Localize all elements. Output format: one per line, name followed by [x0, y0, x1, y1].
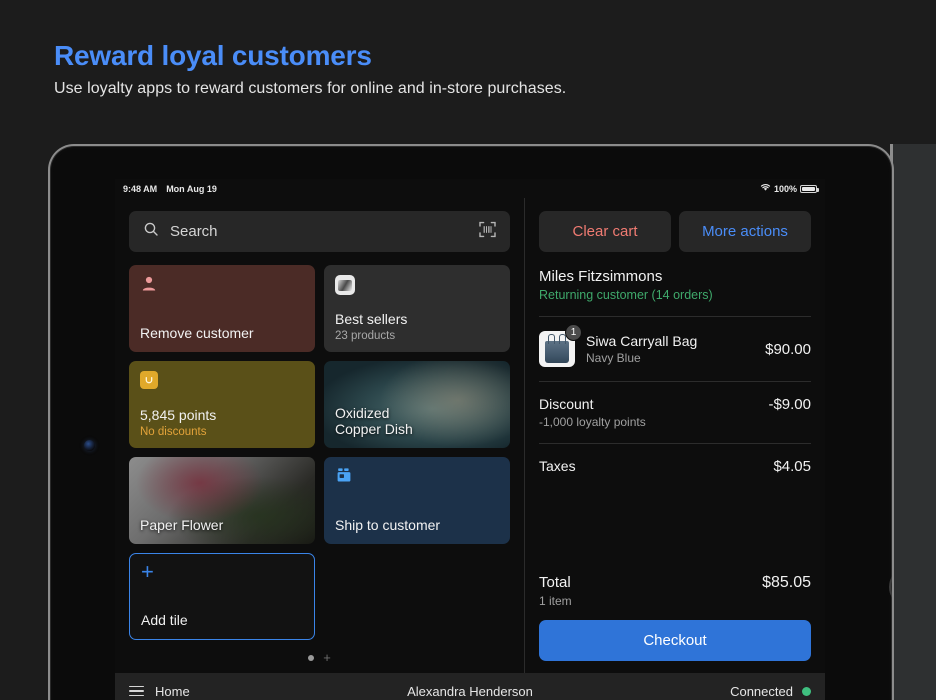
- device-stand-edge: [890, 144, 936, 700]
- tile-ship-to-customer[interactable]: Ship to customer: [324, 457, 510, 544]
- tile-add-tile[interactable]: + Add tile: [129, 553, 315, 640]
- taxes-label: Taxes: [539, 458, 576, 474]
- total-value: $85.05: [762, 574, 811, 591]
- customer-summary[interactable]: Miles Fitzsimmons Returning customer (14…: [539, 268, 811, 302]
- tiles-pager[interactable]: +: [129, 651, 510, 665]
- barcode-scan-icon[interactable]: [479, 221, 496, 243]
- tile-title: Ship to customer: [335, 517, 441, 534]
- tiles-grid: Remove customer Best sellers 23 products…: [129, 265, 510, 640]
- quantity-badge: 1: [565, 324, 582, 341]
- bottom-nav: Home Alexandra Henderson Connected: [115, 673, 825, 700]
- cart-spacer: [539, 475, 811, 574]
- battery-icon: [800, 184, 819, 193]
- promo-page: Reward loyal customers Use loyalty apps …: [0, 0, 936, 700]
- checkout-button[interactable]: Checkout: [539, 620, 811, 661]
- taxes-row[interactable]: Taxes $4.05: [539, 458, 811, 475]
- connection-status-indicator: [801, 686, 811, 696]
- discount-label: Discount: [539, 396, 594, 412]
- pager-dot-active[interactable]: [308, 655, 315, 661]
- tile-paper-flower[interactable]: Paper Flower: [129, 457, 315, 544]
- stand-hinge-icon: [889, 567, 892, 607]
- page-subtitle: Use loyalty apps to reward customers for…: [54, 80, 567, 98]
- total-item-count: 1 item: [539, 594, 572, 608]
- tile-title: 5,845 points: [140, 407, 217, 424]
- taxes-value: $4.05: [773, 458, 811, 475]
- cart-actions: Clear cart More actions: [539, 211, 811, 252]
- discount-value: -$9.00: [768, 396, 811, 413]
- tile-oxidized-copper-dish[interactable]: Oxidized Copper Dish: [324, 361, 510, 448]
- staff-name[interactable]: Alexandra Henderson: [354, 684, 586, 699]
- clear-cart-button[interactable]: Clear cart: [539, 211, 671, 252]
- discount-sub: -1,000 loyalty points: [539, 415, 646, 429]
- status-date: Mon Aug 19: [166, 183, 217, 194]
- front-camera-icon: [84, 440, 95, 451]
- pos-app-screen: 9:48 AM Mon Aug 19 100% Search Remove cu…: [115, 179, 825, 700]
- tile-title: Remove customer: [140, 325, 254, 342]
- divider: [539, 316, 811, 317]
- app-body: Search Remove customer Best sellers 23 p…: [115, 198, 825, 673]
- status-time: 9:48 AM: [123, 183, 158, 194]
- line-item-variant: Navy Blue: [586, 351, 641, 365]
- customer-name: Miles Fitzsimmons: [539, 268, 663, 285]
- tile-title: Add tile: [141, 612, 188, 629]
- cart-pane: Clear cart More actions Miles Fitzsimmon…: [525, 198, 825, 673]
- total-label: Total: [539, 574, 571, 591]
- tile-title: Paper Flower: [140, 517, 224, 534]
- package-icon: [335, 467, 353, 485]
- loyalty-bag-icon: [140, 371, 158, 389]
- person-icon: [140, 275, 158, 293]
- customer-status: Returning customer (14 orders): [539, 288, 713, 302]
- nav-home-label[interactable]: Home: [155, 684, 190, 699]
- tile-title: Oxidized Copper Dish: [335, 404, 413, 438]
- tablet-bezel: 9:48 AM Mon Aug 19 100% Search Remove cu…: [53, 149, 892, 700]
- tile-loyalty-points[interactable]: 5,845 points No discounts: [129, 361, 315, 448]
- more-actions-button[interactable]: More actions: [679, 211, 811, 252]
- tile-subtitle: No discounts: [140, 426, 207, 438]
- battery-percent: 100%: [773, 183, 797, 194]
- search-input[interactable]: Search: [129, 211, 510, 252]
- tiles-pane: Search Remove customer Best sellers 23 p…: [115, 198, 525, 673]
- carryall-bag-icon: [545, 334, 569, 363]
- search-placeholder: Search: [170, 223, 218, 240]
- cart-line-item[interactable]: 1 Siwa Carryall Bag Navy Blue $90.00: [539, 324, 811, 367]
- total-row: Total 1 item $85.05: [539, 574, 811, 608]
- collection-thumbnail-icon: [335, 275, 355, 295]
- promo-text-block: Reward loyal customers Use loyalty apps …: [54, 40, 854, 98]
- divider: [539, 443, 811, 444]
- discount-row[interactable]: Discount -1,000 loyalty points -$9.00: [539, 396, 811, 429]
- tile-title: Best sellers: [335, 311, 408, 328]
- tile-subtitle: 23 products: [335, 330, 396, 342]
- divider: [539, 381, 811, 382]
- tablet-device: 9:48 AM Mon Aug 19 100% Search Remove cu…: [48, 144, 894, 700]
- product-thumbnail: 1: [539, 324, 582, 367]
- tile-remove-customer[interactable]: Remove customer: [129, 265, 315, 352]
- plus-icon: +: [141, 559, 154, 584]
- connection-status-label: Connected: [730, 683, 793, 699]
- search-icon: [143, 221, 159, 242]
- line-item-title: Siwa Carryall Bag: [586, 333, 698, 349]
- line-item-price: $90.00: [765, 340, 811, 358]
- status-bar: 9:48 AM Mon Aug 19 100%: [115, 179, 825, 198]
- hamburger-menu-icon[interactable]: [129, 685, 144, 697]
- tile-best-sellers[interactable]: Best sellers 23 products: [324, 265, 510, 352]
- wifi-icon: [760, 183, 771, 194]
- pager-add-page-icon[interactable]: +: [323, 651, 331, 664]
- page-title: Reward loyal customers: [54, 40, 372, 71]
